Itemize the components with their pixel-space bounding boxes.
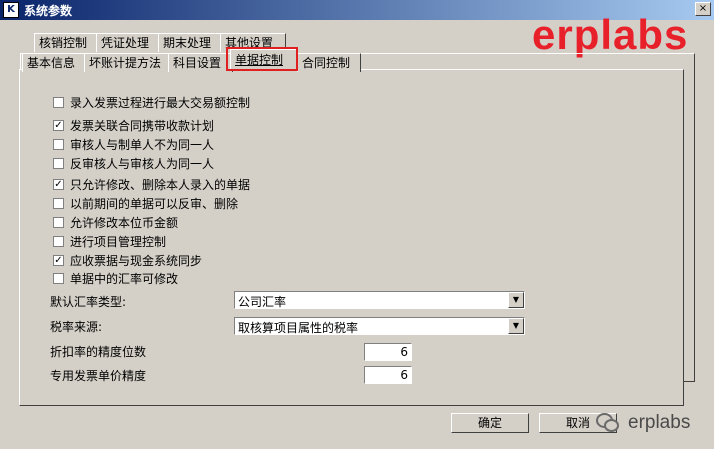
- price-precision-label: 专用发票单价精度: [50, 369, 147, 383]
- discount-precision-input[interactable]: 6: [364, 343, 412, 361]
- option-own-documents-only[interactable]: ✓ 只允许修改、删除本人录入的单据: [53, 176, 250, 192]
- tab-label: 凭证处理: [101, 36, 150, 50]
- option-unaudit-same-person[interactable]: 反审核人与审核人为同一人: [53, 155, 214, 171]
- option-project-management[interactable]: 进行项目管理控制: [53, 233, 166, 249]
- chevron-down-icon[interactable]: ▼: [508, 318, 524, 334]
- tab-label: 科目设置: [173, 56, 222, 70]
- wechat-watermark: erplabs: [596, 412, 690, 434]
- option-label: 只允许修改、删除本人录入的单据: [70, 177, 251, 192]
- checkbox[interactable]: [53, 216, 64, 228]
- tab-label: 基本信息: [27, 56, 76, 70]
- tab-label: 坏账计提方法: [89, 56, 162, 70]
- tab-period-end[interactable]: 期末处理: [158, 33, 224, 52]
- option-editable-exchange-rate[interactable]: 单据中的汇率可修改: [53, 270, 178, 286]
- checkbox[interactable]: [53, 197, 64, 209]
- tab-label: 核销控制: [39, 36, 88, 50]
- option-label: 单据中的汇率可修改: [70, 271, 179, 286]
- option-label: 以前期间的单据可以反审、删除: [70, 196, 239, 211]
- checkbox[interactable]: [53, 96, 64, 108]
- rate-type-select[interactable]: 公司汇率 ▼: [234, 291, 525, 309]
- tab-document-control[interactable]: 单据控制: [230, 49, 298, 71]
- tab-reconcile-control[interactable]: 核销控制: [34, 33, 100, 52]
- option-label: 反审核人与审核人为同一人: [70, 156, 215, 171]
- tax-source-select[interactable]: 取核算项目属性的税率 ▼: [234, 317, 525, 335]
- tab-account-settings[interactable]: 科目设置: [168, 53, 233, 72]
- tax-source-label: 税率来源:: [50, 320, 103, 334]
- close-button[interactable]: ×: [695, 2, 711, 16]
- wechat-icon: [596, 413, 620, 433]
- checkbox[interactable]: ✓: [53, 178, 64, 190]
- tab-basic-info[interactable]: 基本信息: [22, 53, 86, 72]
- footer-watermark-text: erplabs: [628, 412, 691, 433]
- option-prior-period-unaudit[interactable]: 以前期间的单据可以反审、删除: [53, 195, 238, 211]
- option-label: 发票关联合同携带收款计划: [70, 118, 215, 133]
- option-label: 应收票据与现金系统同步: [70, 253, 203, 268]
- checkbox[interactable]: [53, 138, 64, 150]
- checkbox[interactable]: [53, 235, 64, 247]
- tab-label: 合同控制: [302, 56, 351, 70]
- chevron-down-icon[interactable]: ▼: [508, 292, 524, 308]
- window-title: 系统参数: [24, 4, 73, 18]
- watermark-logo: erplabs: [532, 11, 689, 58]
- rate-type-label: 默认汇率类型:: [50, 295, 127, 309]
- option-notes-cash-sync[interactable]: ✓ 应收票据与现金系统同步: [53, 252, 202, 268]
- tab-bad-debt-method[interactable]: 坏账计提方法: [84, 53, 172, 72]
- rate-type-value: 公司汇率: [238, 295, 287, 309]
- option-max-transaction-control[interactable]: 录入发票过程进行最大交易额控制: [53, 94, 250, 110]
- tab-label: 期末处理: [163, 36, 212, 50]
- checkbox[interactable]: [53, 157, 64, 169]
- tab-contract-control[interactable]: 合同控制: [297, 53, 361, 72]
- app-icon: K: [3, 2, 19, 18]
- tax-source-value: 取核算项目属性的税率: [238, 321, 359, 335]
- option-label: 允许修改本位币金额: [70, 215, 179, 230]
- tab-label: 其他设置: [225, 36, 274, 50]
- tab-label: 单据控制: [235, 53, 284, 67]
- checkbox[interactable]: [53, 272, 64, 284]
- option-label: 录入发票过程进行最大交易额控制: [70, 95, 251, 110]
- option-edit-base-currency[interactable]: 允许修改本位币金额: [53, 214, 178, 230]
- checkbox[interactable]: ✓: [53, 119, 64, 131]
- discount-precision-label: 折扣率的精度位数: [50, 345, 147, 359]
- tab-voucher-processing[interactable]: 凭证处理: [96, 33, 162, 52]
- option-auditor-not-creator[interactable]: 审核人与制单人不为同一人: [53, 136, 214, 152]
- price-precision-input[interactable]: 6: [364, 366, 412, 384]
- ok-button[interactable]: 确定: [451, 413, 529, 433]
- checkbox[interactable]: ✓: [53, 254, 64, 266]
- option-invoice-contract-plan[interactable]: ✓ 发票关联合同携带收款计划: [53, 117, 214, 133]
- option-label: 进行项目管理控制: [70, 234, 167, 249]
- option-label: 审核人与制单人不为同一人: [70, 137, 215, 152]
